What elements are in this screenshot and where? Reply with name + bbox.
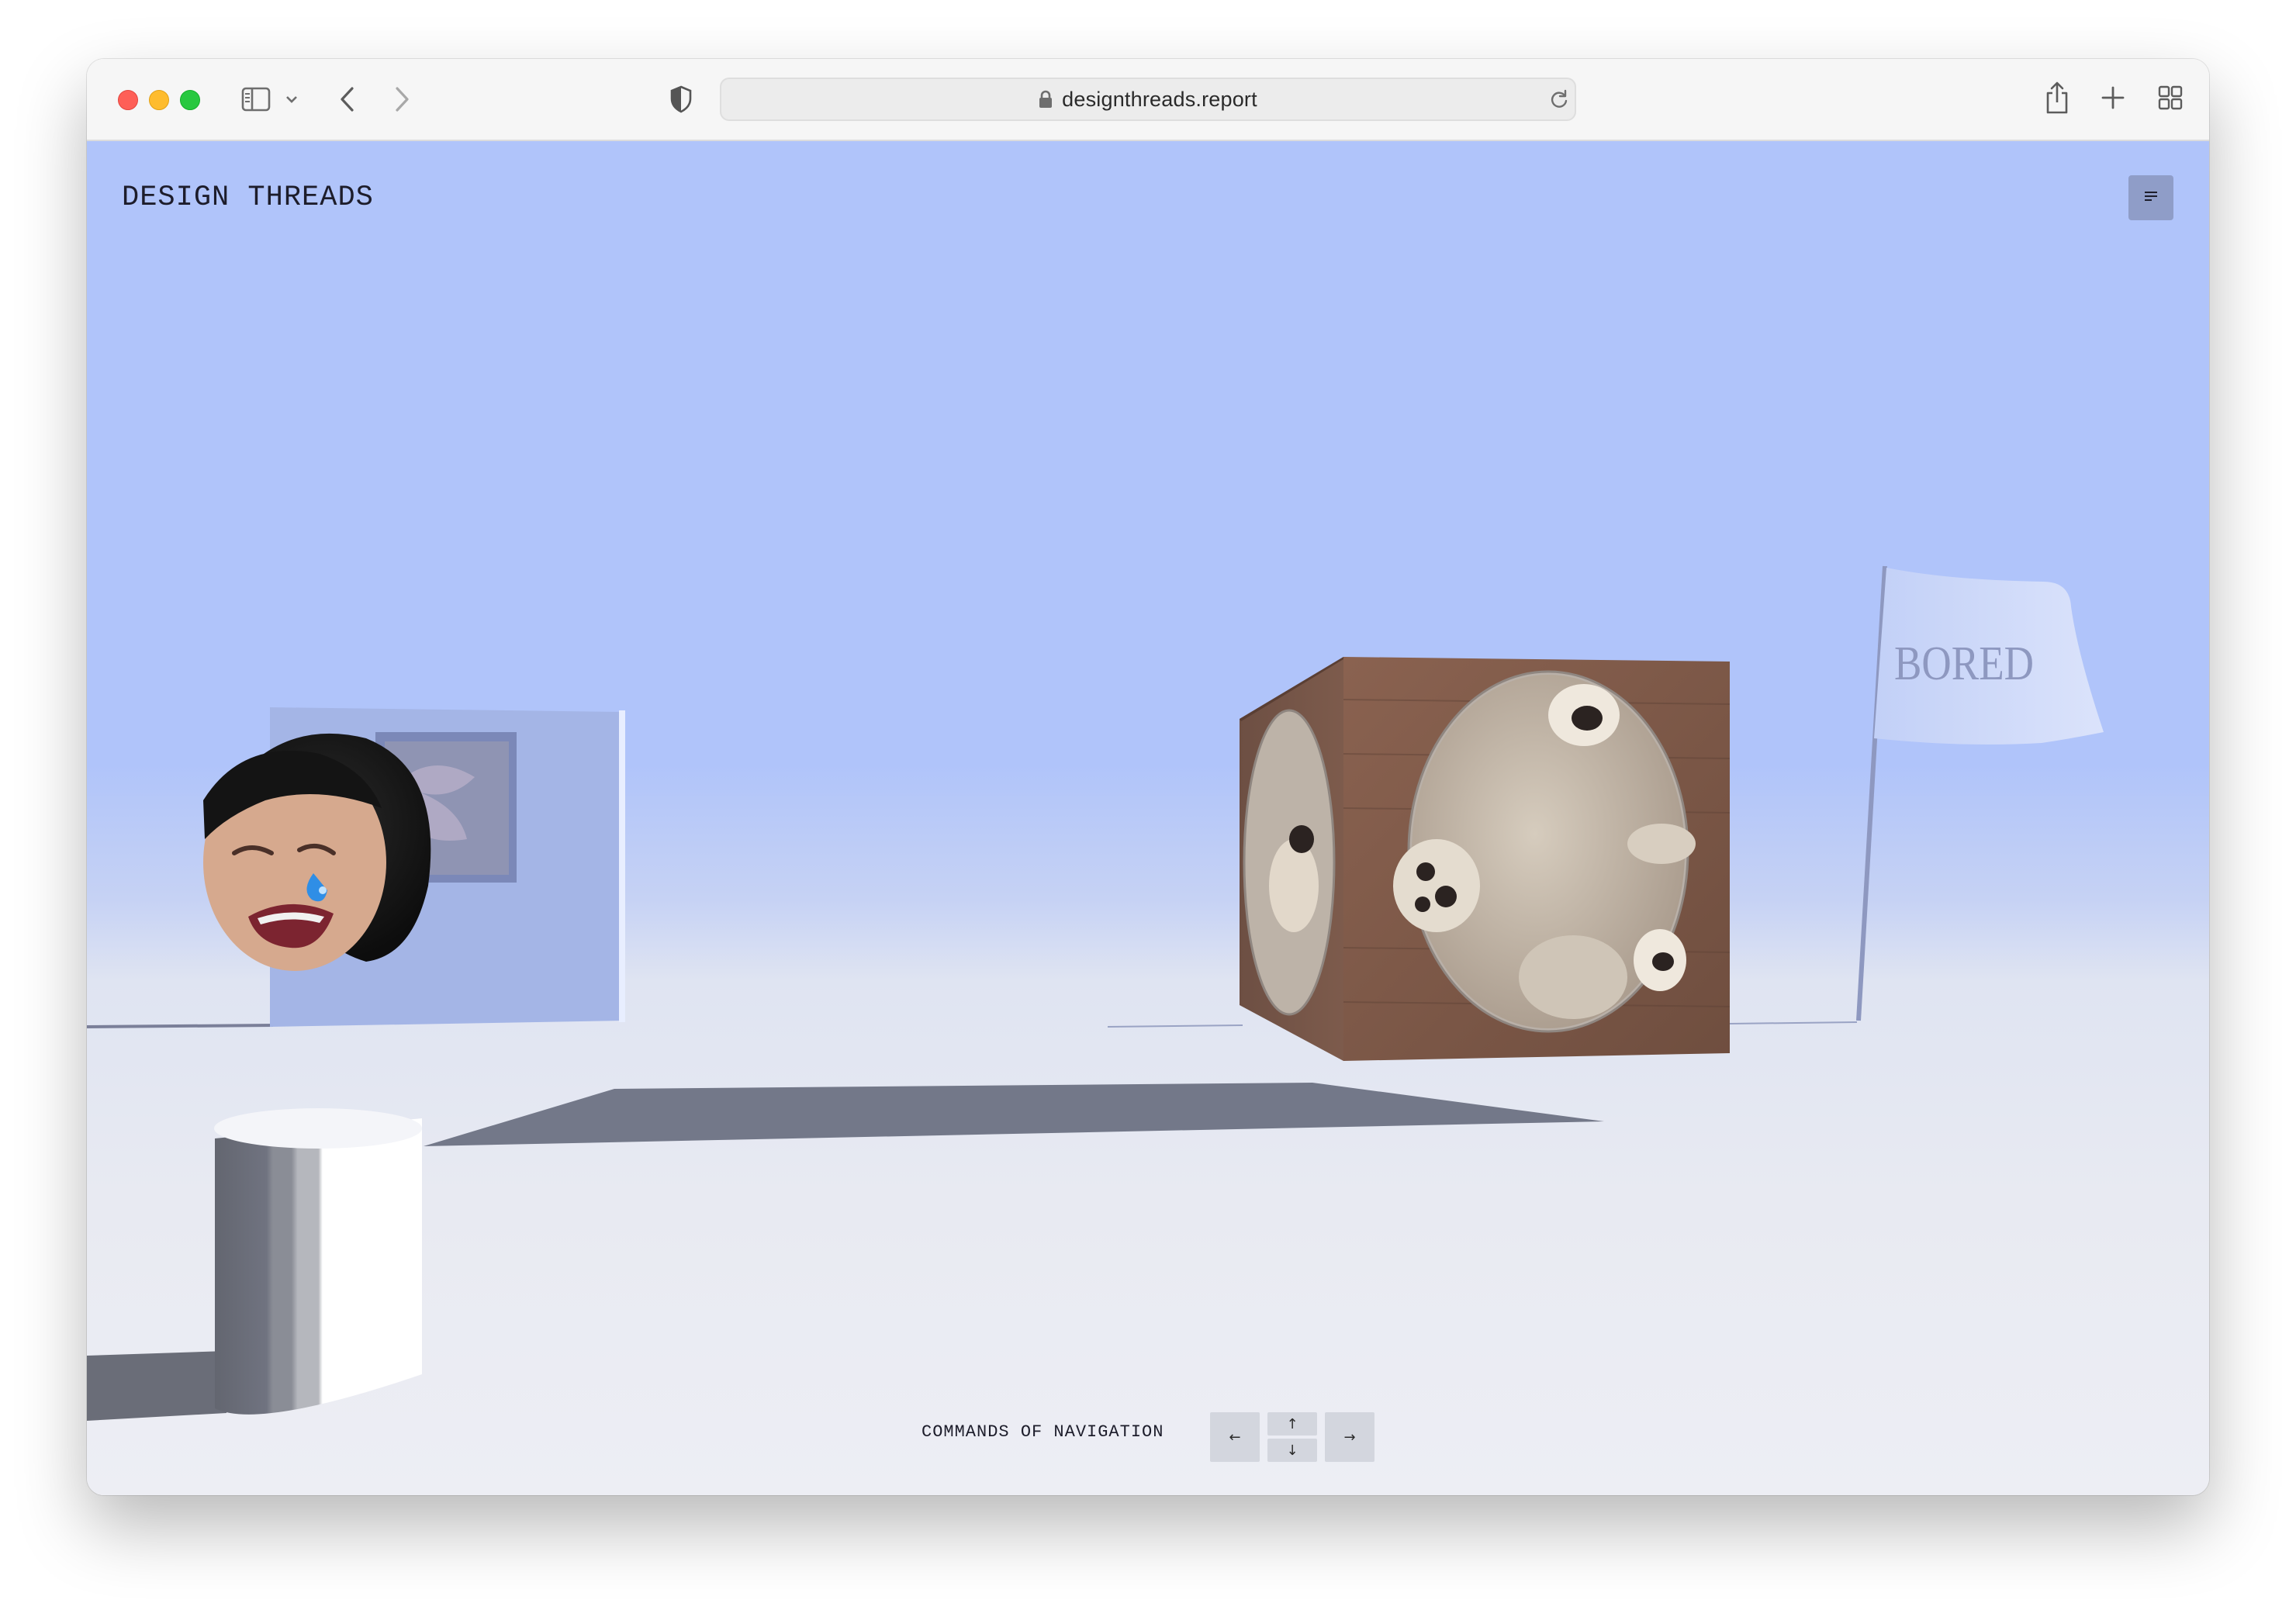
nav-right-button[interactable]: → (1325, 1412, 1374, 1462)
nav-up-button[interactable]: ↑ (1267, 1412, 1317, 1436)
navigation-label: COMMANDS OF NAVIGATION (922, 1422, 1164, 1442)
flag-text: BORED (1894, 637, 2034, 690)
menu-icon (2142, 190, 2159, 206)
close-window-button[interactable] (118, 90, 138, 110)
crying-face-emoji[interactable] (203, 733, 431, 971)
back-icon[interactable] (330, 82, 365, 116)
url-text: designthreads.report (1062, 87, 1257, 111)
chevron-down-icon[interactable] (282, 90, 301, 109)
browser-window: designthreads.report BORED DESIGN THREAD… (87, 59, 2209, 1495)
forward-icon[interactable] (385, 82, 419, 116)
menu-button[interactable] (2128, 175, 2173, 220)
horizon-line-right (1729, 1021, 1858, 1024)
horizon-line-left (87, 1024, 274, 1028)
shield-icon[interactable] (664, 82, 698, 116)
reload-icon[interactable] (1547, 87, 1572, 112)
bored-flag[interactable]: BORED (1856, 565, 2104, 1021)
tab-overview-icon[interactable] (2153, 81, 2187, 115)
pillar-shadow (87, 1351, 226, 1421)
nav-left-button[interactable]: ← (1210, 1412, 1260, 1462)
address-bar[interactable]: designthreads.report (720, 78, 1576, 121)
bear-crate-cube[interactable] (1240, 657, 1731, 1061)
share-icon[interactable] (2040, 78, 2074, 118)
zoom-window-button[interactable] (180, 90, 200, 110)
3d-scene[interactable]: BORED (87, 141, 2209, 1495)
horizon-line-center (1107, 1024, 1243, 1028)
cube-shadow (424, 1083, 1604, 1146)
sidebar-icon[interactable] (239, 82, 273, 116)
page-viewport[interactable]: BORED DESIGN THREADS COMMANDS OF NAVIGAT… (87, 141, 2209, 1495)
cylinder-pillar[interactable] (214, 1108, 422, 1415)
minimize-window-button[interactable] (149, 90, 169, 110)
lock-icon (1039, 90, 1053, 109)
browser-toolbar: designthreads.report (87, 59, 2209, 141)
nav-down-button[interactable]: ↓ (1267, 1439, 1317, 1462)
site-title[interactable]: DESIGN THREADS (122, 181, 374, 214)
new-tab-icon[interactable] (2096, 81, 2130, 115)
